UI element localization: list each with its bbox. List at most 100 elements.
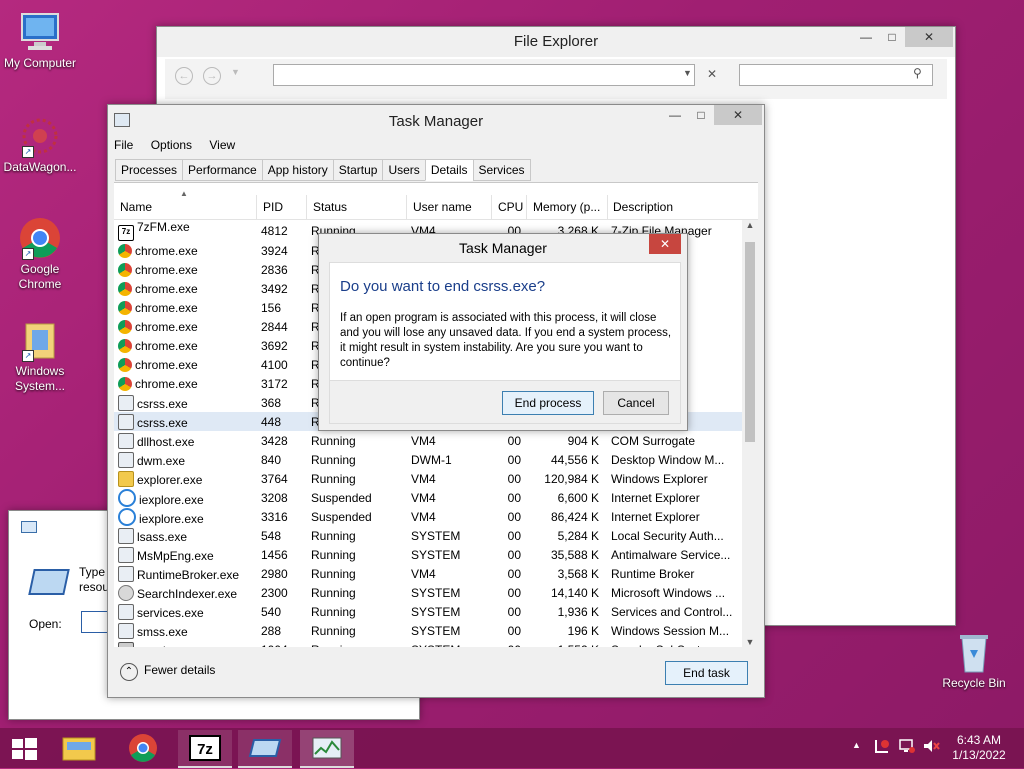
table-cell-name: RuntimeBroker.exe	[114, 564, 257, 583]
forward-button[interactable]: →	[203, 67, 221, 85]
column-header-pid[interactable]: PID	[257, 195, 307, 219]
cell-text: 35,588 K	[550, 547, 599, 562]
table-row[interactable]: iexplore.exe 3316 Suspended VM4 00 86,424 K In…	[114, 507, 742, 526]
end-process-button[interactable]: End process	[502, 391, 594, 415]
table-cell-status: Running	[307, 469, 407, 488]
cell-text: 3316	[261, 509, 288, 524]
cell-text: 288	[261, 623, 282, 638]
table-cell-user: VM4	[407, 431, 492, 450]
scroll-down-icon[interactable]: ▼	[742, 637, 758, 647]
desktop-icon-windows-system[interactable]: ↗ Windows System...	[0, 318, 80, 394]
taskbar-task-manager[interactable]	[300, 730, 354, 768]
tab-details[interactable]: Details	[424, 159, 474, 181]
cell-text: Running	[311, 566, 356, 581]
address-bar[interactable]	[273, 64, 695, 86]
dialog-close-button[interactable]: ✕	[649, 234, 681, 254]
network-icon[interactable]	[898, 738, 916, 754]
cell-text: 840	[261, 452, 282, 467]
cell-text: 2836	[261, 262, 288, 277]
taskbar-run[interactable]	[238, 730, 292, 768]
table-row[interactable]: SearchIndexer.exe 2300 Running SYSTEM 00 14,1…	[114, 583, 742, 602]
column-header-description[interactable]: Description	[607, 195, 743, 219]
cell-text: 00	[507, 604, 521, 619]
table-cell-pid: 1456	[257, 545, 307, 564]
desktop-icon-recycle-bin[interactable]: Recycle Bin	[934, 630, 1014, 691]
tab-performance[interactable]: Performance	[182, 159, 263, 181]
column-header-cpu[interactable]: CPU	[492, 195, 527, 219]
volume-muted-icon[interactable]	[922, 738, 940, 754]
clear-address-icon[interactable]: ✕	[707, 67, 717, 81]
cell-text: SYSTEM	[411, 623, 461, 638]
table-cell-desc: Windows Explorer	[607, 469, 742, 488]
table-cell-desc: Internet Explorer	[607, 507, 742, 526]
scroll-up-icon[interactable]: ▲	[742, 220, 758, 230]
tab-startup[interactable]: Startup	[332, 159, 384, 181]
tab-services[interactable]: Services	[472, 159, 531, 181]
fewer-details-button[interactable]: ⌃ Fewer details	[120, 663, 215, 681]
file-explorer-titlebar[interactable]: File Explorer — □ ✕	[157, 27, 955, 57]
tab-users[interactable]: Users	[382, 159, 426, 181]
table-row[interactable]: services.exe 540 Running SYSTEM 00 1,936 K Ser…	[114, 602, 742, 621]
table-cell-pid: 540	[257, 602, 307, 621]
table-row[interactable]: RuntimeBroker.exe 2980 Running VM4 00 3,568 K…	[114, 564, 742, 583]
table-row[interactable]: MsMpEng.exe 1456 Running SYSTEM 00 35,588 K An…	[114, 545, 742, 564]
dialog-message: If an open program is associated with th…	[340, 312, 672, 369]
menu-file[interactable]: File	[114, 138, 133, 152]
table-cell-pid: 448	[257, 412, 307, 431]
svg-text:7z: 7z	[197, 741, 213, 758]
column-header-user[interactable]: User name	[407, 195, 492, 219]
desktop-icon-datawagon[interactable]: ↗ DataWagon...	[0, 114, 80, 175]
vertical-scrollbar[interactable]: ▲ ▼	[742, 220, 758, 647]
desktop-icon-my-computer[interactable]: My Computer	[0, 10, 80, 71]
desktop-icon-chrome[interactable]: ↗ Google Chrome	[0, 216, 80, 292]
table-cell-user: SYSTEM	[407, 602, 492, 621]
shortcut-arrow-icon: ↗	[22, 350, 34, 362]
taskbar-chrome[interactable]	[116, 730, 170, 766]
taskbar-7zip[interactable]: 7z	[178, 730, 232, 768]
window-title: File Explorer	[513, 33, 599, 50]
cancel-button[interactable]: Cancel	[603, 391, 669, 415]
cell-text: chrome.exe	[135, 357, 198, 372]
taskbar-file-explorer[interactable]	[52, 730, 106, 766]
menu-view[interactable]: View	[209, 138, 235, 152]
column-header-memory[interactable]: Memory (p...	[527, 195, 608, 219]
action-center-icon[interactable]	[874, 738, 890, 754]
table-row[interactable]: lsass.exe 548 Running SYSTEM 00 5,284 K Local …	[114, 526, 742, 545]
task-manager-titlebar[interactable]: Task Manager — □ ✕	[108, 105, 764, 135]
table-row[interactable]: explorer.exe 3764 Running VM4 00 120,984 K Win…	[114, 469, 742, 488]
column-header-status[interactable]: Status	[307, 195, 407, 219]
search-icon[interactable]: ⚲	[913, 66, 922, 80]
menu-options[interactable]: Options	[151, 138, 192, 152]
search-input[interactable]	[739, 64, 933, 86]
maximize-button[interactable]: □	[688, 105, 714, 125]
column-header-name[interactable]: Name	[114, 195, 257, 219]
table-row[interactable]: iexplore.exe 3208 Suspended VM4 00 6,600 K Int…	[114, 488, 742, 507]
tab-processes[interactable]: Processes	[115, 159, 184, 181]
datawagon-icon: ↗	[18, 114, 62, 158]
table-row[interactable]: dllhost.exe 3428 Running VM4 00 904 K COM Surr…	[114, 431, 742, 450]
cell-text: 540	[261, 604, 282, 619]
table-row[interactable]: spoolsv.exe 1004 Running SYSTEM 00 1,552 K Spo…	[114, 640, 742, 647]
back-button[interactable]: ←	[175, 67, 193, 85]
recent-locations-icon[interactable]: ▼	[231, 67, 240, 77]
cell-text: 1004	[261, 643, 288, 648]
show-hidden-icons-icon[interactable]: ▲	[852, 740, 861, 750]
cell-text: 3492	[261, 281, 288, 296]
table-row[interactable]: dwm.exe 840 Running DWM-1 00 44,556 K Desktop …	[114, 450, 742, 469]
clock[interactable]: 6:43 AM 1/13/2022	[944, 733, 1014, 763]
dialog-titlebar[interactable]: Task Manager ✕	[319, 234, 687, 260]
close-button[interactable]: ✕	[714, 105, 762, 125]
scroll-thumb[interactable]	[745, 242, 755, 442]
start-button[interactable]	[0, 730, 48, 766]
cell-text: 00	[507, 490, 521, 505]
table-row[interactable]: smss.exe 288 Running SYSTEM 00 196 K Windows S…	[114, 621, 742, 640]
cell-text: 156	[261, 300, 282, 315]
minimize-button[interactable]: —	[853, 27, 879, 47]
address-dropdown-icon[interactable]: ▼	[683, 68, 692, 78]
maximize-button[interactable]: □	[879, 27, 905, 47]
end-task-button[interactable]: End task	[665, 661, 748, 685]
tab-app-history[interactable]: App history	[261, 159, 334, 181]
close-button[interactable]: ✕	[905, 27, 953, 47]
minimize-button[interactable]: —	[662, 105, 688, 125]
table-cell-pid: 1004	[257, 640, 307, 648]
